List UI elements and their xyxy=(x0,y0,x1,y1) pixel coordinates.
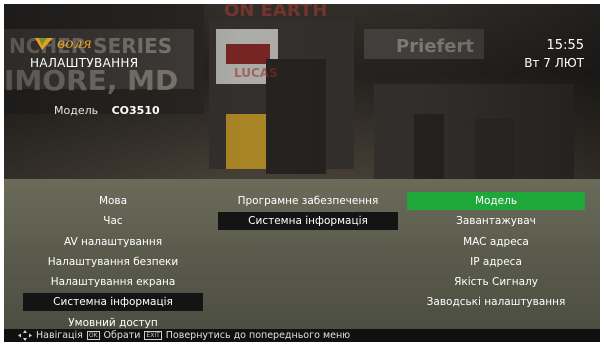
menu-item-time[interactable]: Час xyxy=(23,212,203,230)
detail-item-factory-reset[interactable]: Заводські налаштування xyxy=(407,293,585,311)
nav-hint: Навігація xyxy=(36,330,83,341)
detail-item-signal-quality[interactable]: Якість Сигналу xyxy=(407,273,585,291)
detail-item-model[interactable]: Модель xyxy=(407,192,585,210)
tv-screen: NCHER SERIES IMORE, MD ON EARTH Priefert… xyxy=(4,4,600,342)
menu-item-av-settings[interactable]: AV налаштування xyxy=(23,233,203,251)
clock-time: 15:55 xyxy=(546,38,584,53)
model-value: CO3510 xyxy=(111,104,160,117)
brand-logo: воля xyxy=(34,36,92,52)
detail-item-ip-address[interactable]: IP адреса xyxy=(407,253,585,271)
clock-date: Вт 7 ЛЮТ xyxy=(524,56,584,70)
background-video: NCHER SERIES IMORE, MD ON EARTH Priefert… xyxy=(4,4,600,179)
details-column: Модель Завантажувач MAC адреса IP адреса… xyxy=(407,192,585,314)
logo-text: воля xyxy=(57,36,92,52)
back-hint: Повернутись до попереднього меню xyxy=(165,330,351,341)
menu-item-screen[interactable]: Налаштування екрана xyxy=(23,273,203,291)
logo-v-icon xyxy=(35,38,53,50)
exit-key-icon: EXIT xyxy=(144,331,162,340)
page-title: НАЛАШТУВАННЯ xyxy=(30,56,139,70)
submenu-item-software[interactable]: Програмне забезпечення xyxy=(218,192,398,210)
help-bar: Навігація OK Обрати EXIT Повернутись до … xyxy=(4,329,600,342)
ok-key-icon: OK xyxy=(86,331,100,340)
menu-item-security[interactable]: Налаштування безпеки xyxy=(23,253,203,271)
menu-item-language[interactable]: Мова xyxy=(23,192,203,210)
submenu-item-system-info[interactable]: Системна інформація xyxy=(218,212,398,231)
detail-item-mac-address[interactable]: MAC адреса xyxy=(407,233,585,251)
model-label: Модель xyxy=(54,104,99,117)
menu-item-system-info[interactable]: Системна інформація xyxy=(23,293,203,312)
dpad-icon xyxy=(18,330,32,341)
category-column: Мова Час AV налаштування Налаштування бе… xyxy=(23,192,203,334)
submenu-column: Програмне забезпечення Системна інформац… xyxy=(218,192,398,233)
settings-menu-panel: Мова Час AV налаштування Налаштування бе… xyxy=(4,179,600,329)
model-info: Модель CO3510 xyxy=(54,104,160,117)
select-hint: Обрати xyxy=(103,330,141,341)
detail-item-bootloader[interactable]: Завантажувач xyxy=(407,212,585,230)
